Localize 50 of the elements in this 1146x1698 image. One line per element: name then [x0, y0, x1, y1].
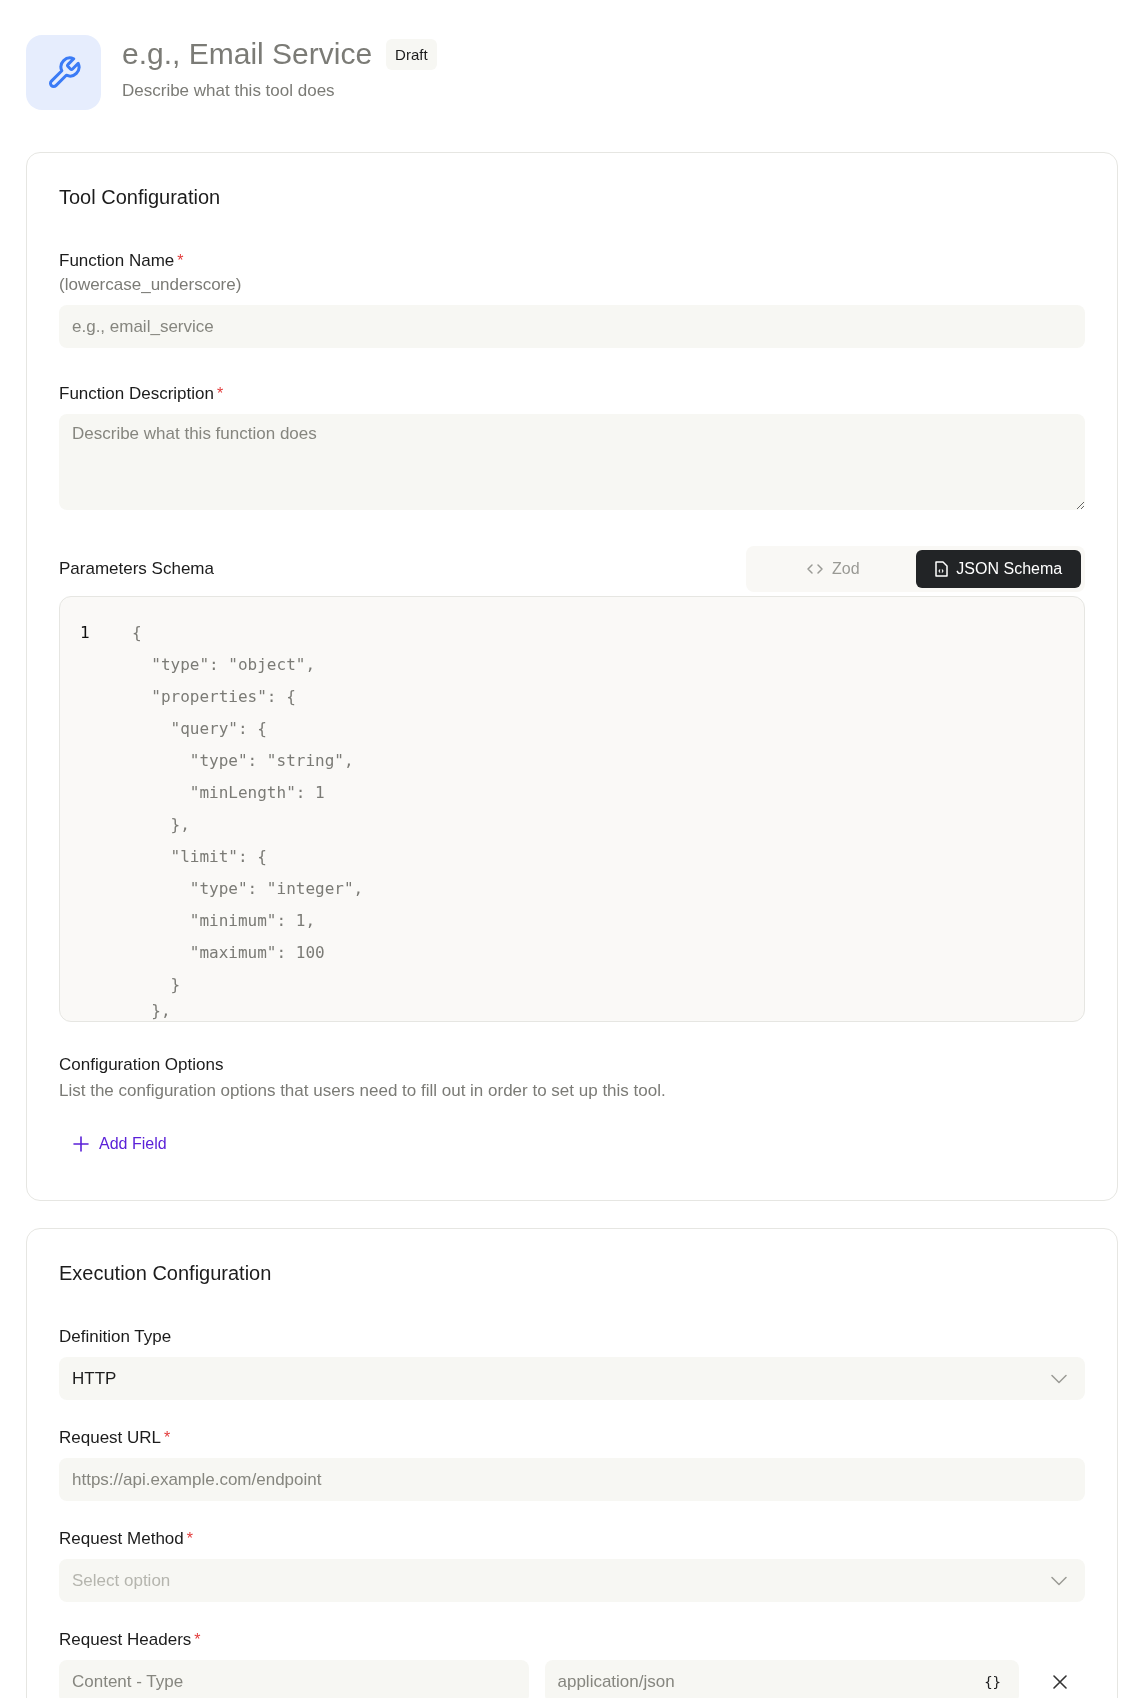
code-editor[interactable]: 1 { "type": "object", "properties": { "query": { "type": "string", "minLength": 1 }, "limit": { "type": "integer", "minimum": 1, "maximum": 100 } },	[59, 596, 1085, 1022]
section-title: Execution Configuration	[59, 1262, 273, 1285]
code-line: "maximum": 100	[188, 942, 326, 964]
url-input[interactable]: https://api.example.com/endpoint	[59, 1458, 1085, 1501]
field-label: Request Headers	[59, 1630, 192, 1650]
tool-title: e.g., Email Service	[122, 37, 373, 71]
code-line: }	[169, 974, 182, 996]
field-label: Function Description	[59, 384, 214, 404]
plus-icon	[73, 1136, 89, 1152]
status-badge: Draft	[386, 38, 437, 70]
required-mark: *	[216, 385, 224, 403]
select-field[interactable]: HTTP	[59, 1357, 1085, 1400]
file-icon	[934, 560, 949, 578]
chevron-down-icon	[1051, 1575, 1067, 1586]
chevron-down-icon	[1051, 1373, 1067, 1384]
add-field-button[interactable]: Add Field	[59, 1129, 181, 1159]
wrench-icon	[26, 35, 101, 110]
close-icon[interactable]	[1053, 1674, 1067, 1689]
function-description-input[interactable]: Describe what this function does	[59, 414, 1085, 510]
field-label: Configuration Options	[59, 1055, 225, 1075]
line-number: 1	[80, 622, 91, 644]
field-description: List the configuration options that users need to fill out in order to set up this tool.	[59, 1081, 667, 1101]
format-tab[interactable]: JSON Schema	[915, 550, 1081, 588]
required-mark: *	[186, 1530, 193, 1548]
section-title: Tool Configuration	[59, 186, 222, 209]
code-line: },	[169, 814, 191, 836]
code-line: "limit": {	[169, 846, 268, 868]
required-mark: *	[164, 1429, 171, 1447]
header-value-input[interactable]: application/json {}	[544, 1660, 1019, 1698]
required-mark: *	[194, 1631, 201, 1649]
code-line: },	[150, 1001, 172, 1021]
field-label: Function Name	[59, 251, 175, 271]
code-line: "minimum": 1,	[188, 910, 317, 932]
field-label: Request URL	[59, 1428, 162, 1448]
field-label: Parameters Schema	[59, 559, 214, 579]
code-line: "minLength": 1	[188, 782, 326, 804]
code-line: "properties": {	[150, 686, 297, 708]
function-name-input[interactable]: e.g., email_service	[59, 305, 1085, 348]
field-hint: (lowercase_underscore)	[59, 275, 243, 295]
code-line: {	[132, 622, 143, 644]
tool-description: Describe what this tool does	[122, 81, 336, 101]
code-icon	[805, 562, 824, 576]
code-line: "type": "object",	[150, 654, 317, 676]
field-label: Request Method	[59, 1529, 184, 1549]
code-line: "query": {	[169, 718, 268, 740]
code-line: "type": "string",	[188, 750, 355, 772]
code-line: "type": "integer",	[188, 878, 364, 900]
header-key-input[interactable]: Content - Type	[59, 1660, 529, 1698]
required-mark: *	[177, 252, 184, 270]
field-label: Definition Type	[59, 1327, 172, 1347]
